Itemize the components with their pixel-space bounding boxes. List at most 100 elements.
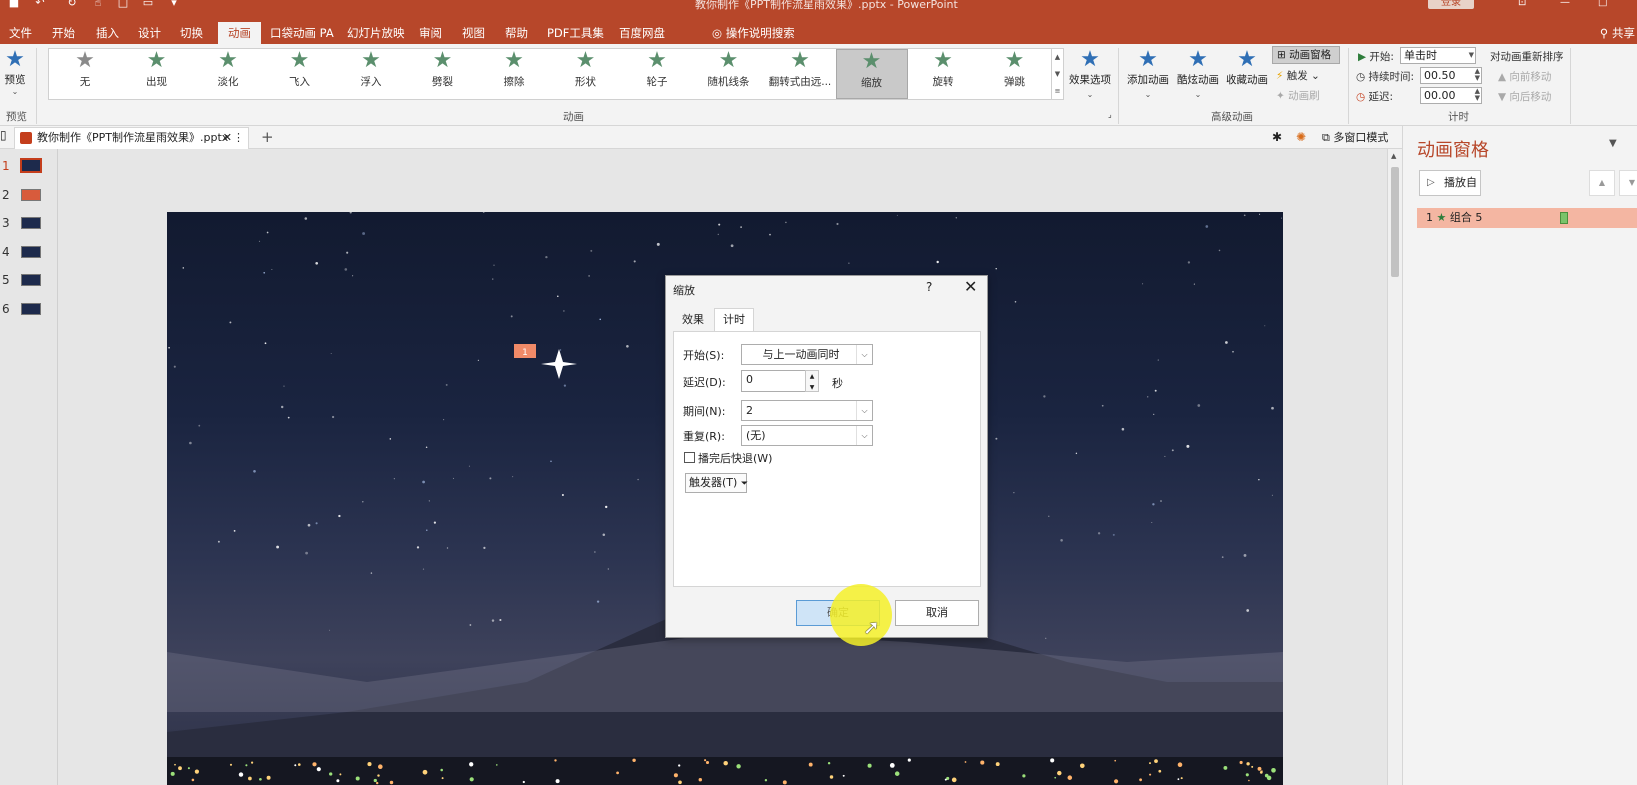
gallery-up-icon[interactable]: ▲ <box>1052 49 1063 66</box>
slide-thumbnail[interactable]: 1 <box>0 157 58 179</box>
gallery-item[interactable]: ★ 淡化 <box>192 49 264 99</box>
gallery-item[interactable]: ★ 随机线条 <box>693 49 765 99</box>
login-button[interactable]: 登录 <box>1428 0 1474 9</box>
rewind-checkbox[interactable] <box>684 452 695 463</box>
gallery-item[interactable]: ★ 弹跳 <box>979 49 1051 99</box>
slide-thumbnail[interactable]: 3 <box>0 214 58 236</box>
slide-thumbnail[interactable]: 4 <box>0 243 58 265</box>
touch-mode-icon[interactable]: ☝ <box>92 0 104 9</box>
menu-item[interactable]: 幻灯片放映 <box>343 22 409 44</box>
ribbon-display-icon[interactable]: ⊡ <box>1518 0 1526 8</box>
menu-item[interactable]: 口袋动画 PA <box>266 22 338 44</box>
gallery-item[interactable]: ★ 翻转式由远... <box>764 49 836 99</box>
new-file-icon[interactable]: □ <box>117 0 129 9</box>
redo-icon[interactable]: ↻ <box>66 0 78 9</box>
duration-input[interactable]: 00.50 ▲ ▼ <box>1420 67 1482 84</box>
trigger-button[interactable]: 触发器(T) ⏷ <box>685 473 748 493</box>
move-down-button[interactable]: ▼ <box>1619 170 1637 196</box>
gallery-item[interactable]: ★ 擦除 <box>478 49 550 99</box>
spinner-icon[interactable]: ▲ ▼ <box>1475 88 1480 102</box>
gallery-scroller[interactable]: ▲ ▼ ≡ <box>1052 48 1064 100</box>
dialog-launcher-icon[interactable]: ⌟ <box>1108 110 1112 119</box>
spin-up-icon[interactable]: ▲ <box>810 373 815 380</box>
scroll-up-icon[interactable]: ▲ <box>1391 152 1396 160</box>
menu-item[interactable]: 审阅 <box>415 22 446 44</box>
gallery-more-icon[interactable]: ≡ <box>1052 83 1063 100</box>
settings-icon[interactable]: ✺ <box>1296 130 1306 144</box>
close-tab-icon[interactable]: ✕ <box>223 128 232 148</box>
menu-item[interactable]: 文件 <box>5 22 36 44</box>
slide-thumbnail[interactable]: 5 <box>0 271 58 293</box>
fav-animation-button[interactable]: ★ 收藏动画 <box>1221 48 1273 87</box>
tab-list-icon[interactable]: ▯ <box>0 128 7 142</box>
delay-input[interactable]: 00.00 ▲ ▼ <box>1420 87 1482 104</box>
move-up-button[interactable]: ▲ <box>1589 170 1615 196</box>
timing-bar[interactable] <box>1560 212 1568 224</box>
start-select[interactable]: 单击时 ▼ <box>1400 47 1476 64</box>
menu-item[interactable]: 视图 <box>458 22 489 44</box>
play-from-button[interactable]: ▷ 播放自 <box>1419 170 1481 196</box>
effect-options-button[interactable]: ★ 效果选项 ⌄ <box>1064 48 1116 100</box>
gallery-item[interactable]: ★ 形状 <box>550 49 622 99</box>
start-combo[interactable]: 与上一动画同时 ⌵ <box>741 344 873 365</box>
maximize-icon[interactable]: □ <box>1598 0 1607 8</box>
menu-item[interactable]: 百度网盘 <box>615 22 669 44</box>
town-light <box>1257 766 1262 771</box>
vertical-scrollbar[interactable]: ▲ <box>1387 149 1402 785</box>
trigger-button[interactable]: ⚡ 触发 ⌄ <box>1276 68 1320 83</box>
add-animation-button[interactable]: ★ 添加动画 ⌄ <box>1122 48 1174 100</box>
scroll-thumb[interactable] <box>1391 167 1399 277</box>
gallery-item[interactable]: ★ 飞入 <box>264 49 336 99</box>
tab-effect[interactable]: 效果 <box>674 309 712 331</box>
menu-item[interactable]: 插入 <box>92 22 123 44</box>
cancel-button[interactable]: 取消 <box>895 600 979 626</box>
menu-item[interactable]: 动画 <box>218 22 261 44</box>
gallery-item[interactable]: ★ 轮子 <box>621 49 693 99</box>
save-icon[interactable]: ■ <box>8 0 20 9</box>
close-icon[interactable]: ✕ <box>964 277 977 296</box>
gallery-item[interactable]: ★ 浮入 <box>335 49 407 99</box>
gallery-item[interactable]: ★ 缩放 <box>835 49 908 99</box>
tool-icon[interactable]: ✱ <box>1272 130 1282 144</box>
repeat-row-label: 重复(R): <box>683 430 725 443</box>
menu-item[interactable]: PDF工具集 <box>543 22 608 44</box>
gallery-item[interactable]: ★ 旋转 <box>907 49 979 99</box>
menu-item[interactable]: 设计 <box>134 22 165 44</box>
cool-animation-button[interactable]: ★ 酷炫动画 ⌄ <box>1172 48 1224 100</box>
animation-list-item[interactable]: 1 ★ 组合 5 <box>1417 208 1637 228</box>
slide-thumbnail[interactable]: 6 <box>0 300 58 322</box>
help-icon[interactable]: ? <box>926 280 932 294</box>
more-icon[interactable]: ⋮ <box>233 128 244 148</box>
repeat-combo[interactable]: (无) ⌵ <box>741 425 873 446</box>
gallery-item[interactable]: ★ 出现 <box>121 49 193 99</box>
share-button[interactable]: ⚲ 共享 <box>1600 22 1635 44</box>
slide-thumbnail[interactable]: 2 <box>0 186 58 208</box>
menu-item[interactable]: 切换 <box>176 22 207 44</box>
sparkle-star-icon[interactable] <box>541 349 577 379</box>
preview-button[interactable]: ★ 预览 ⌄ <box>2 48 28 97</box>
minimize-icon[interactable]: — <box>1560 0 1570 8</box>
menu-item[interactable]: 开始 <box>48 22 79 44</box>
spinner-icon[interactable]: ▲ ▼ <box>1475 68 1480 82</box>
duration-combo[interactable]: 2 ⌵ <box>741 400 873 421</box>
new-tab-icon[interactable]: + <box>261 126 274 148</box>
delay-input[interactable]: 0 <box>741 370 815 392</box>
pane-options-icon[interactable]: ▼ <box>1609 138 1617 149</box>
document-tab[interactable]: 教你制作《PPT制作流星雨效果》.pptx ✕ ⋮ <box>14 127 249 149</box>
customize-qat-icon[interactable]: ▾ <box>168 0 180 9</box>
animation-painter-button[interactable]: ✦ 动画刷 <box>1276 88 1320 103</box>
animation-pane-button[interactable]: ⊞ 动画窗格 <box>1272 46 1340 64</box>
gallery-down-icon[interactable]: ▼ <box>1052 66 1063 83</box>
search-tip[interactable]: ◎ 操作说明搜索 <box>712 22 795 44</box>
multiwindow-button[interactable]: ⧉ 多窗口模式 <box>1322 129 1388 145</box>
gallery-item[interactable]: ★ 劈裂 <box>407 49 479 99</box>
spin-down-icon[interactable]: ▼ <box>810 384 815 391</box>
gallery-item[interactable]: ★ 无 <box>49 49 121 99</box>
undo-icon[interactable]: ↶ <box>34 0 46 9</box>
tab-timing[interactable]: 计时 <box>714 308 754 332</box>
menu-item[interactable]: 帮助 <box>501 22 532 44</box>
move-earlier-button[interactable]: ▲ 向前移动 <box>1498 69 1551 84</box>
delay-spinner[interactable]: ▲ ▼ <box>805 370 819 392</box>
open-folder-icon[interactable]: ▭ <box>142 0 154 9</box>
move-later-button[interactable]: ▼ 向后移动 <box>1498 89 1551 104</box>
